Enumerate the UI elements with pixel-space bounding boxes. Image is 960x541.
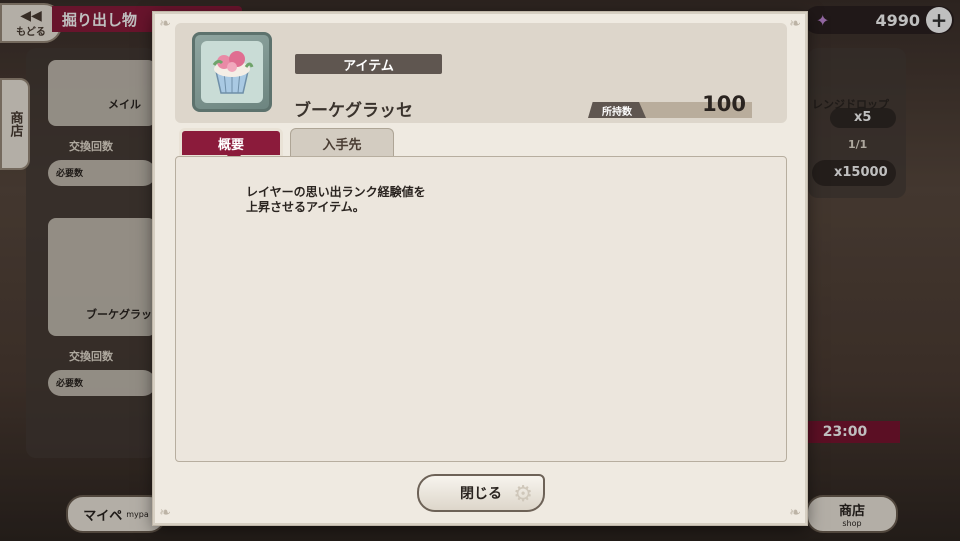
item-category-label: アイテム (295, 54, 442, 74)
owned-label: 所持数 (588, 102, 646, 118)
item-thumbnail (192, 32, 272, 112)
tab-source[interactable]: 入手先 (290, 128, 394, 158)
cupcake-icon (212, 51, 254, 94)
corner-ornament-icon: ❧ (789, 505, 801, 521)
corner-ornament-icon: ❧ (789, 16, 801, 32)
owned-value: 100 (702, 92, 746, 116)
tab-overview[interactable]: 概要 (179, 128, 283, 164)
item-header: アイテム ブーケグラッセ 所持数 100 (175, 23, 787, 123)
item-name: ブーケグラッセ (294, 101, 413, 121)
item-detail-modal: ❧ ❧ ❧ ❧ アイテム ブーケグラッセ 所持数 100 概要 入手先 レイヤー… (153, 12, 807, 525)
gear-icon: ⚙ (513, 482, 533, 507)
corner-ornament-icon: ❧ (159, 505, 171, 521)
corner-ornament-icon: ❧ (159, 16, 171, 32)
item-description: レイヤーの思い出ランク経験値を 上昇させるアイテム。 (246, 185, 426, 214)
close-button-label: 閉じる (460, 486, 502, 502)
close-button[interactable]: 閉じる ⚙ (417, 474, 545, 512)
tab-content: レイヤーの思い出ランク経験値を 上昇させるアイテム。 (175, 156, 787, 462)
owned-count-display: 所持数 100 (588, 92, 752, 120)
